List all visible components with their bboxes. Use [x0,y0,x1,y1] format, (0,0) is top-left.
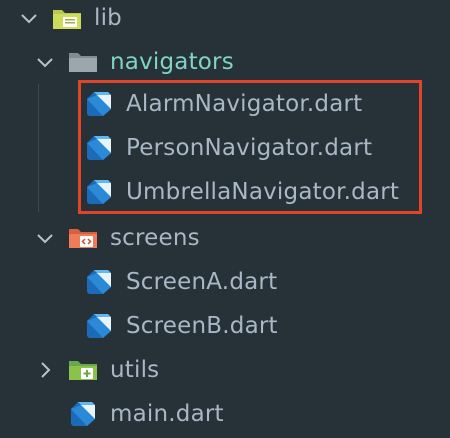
folder-label-utils: utils [110,357,160,383]
chevron-down-icon[interactable] [34,227,56,249]
tree-row-file[interactable]: ScreenB.dart [0,304,450,348]
file-tree: lib navigators AlarmNavigator.dart Perso… [0,0,450,438]
tree-row-main[interactable]: main.dart [0,392,450,436]
library-folder-icon [53,10,81,29]
tree-row-file[interactable]: ScreenA.dart [0,260,450,304]
tree-row-lib[interactable]: lib [0,0,450,40]
folder-label-lib: lib [94,5,122,31]
chevron-right-icon[interactable] [34,359,56,381]
utils-folder-icon [69,361,97,380]
dart-file-icon [87,314,111,338]
chevron-down-icon[interactable] [18,7,40,29]
file-label-main: main.dart [110,401,224,427]
chevron-down-icon[interactable] [34,51,56,73]
tree-row-navigators[interactable]: navigators [0,40,450,84]
folder-label-navigators: navigators [110,49,234,75]
screens-folder-icon [69,229,97,248]
tree-row-utils[interactable]: utils [0,348,450,392]
highlight-box [78,80,422,214]
tree-row-screens[interactable]: screens [0,216,450,260]
folder-label-screens: screens [110,225,200,251]
file-label: ScreenA.dart [126,269,278,295]
dart-file-icon [71,402,95,426]
dart-file-icon [87,270,111,294]
folder-icon [69,53,97,72]
file-label: ScreenB.dart [126,313,278,339]
